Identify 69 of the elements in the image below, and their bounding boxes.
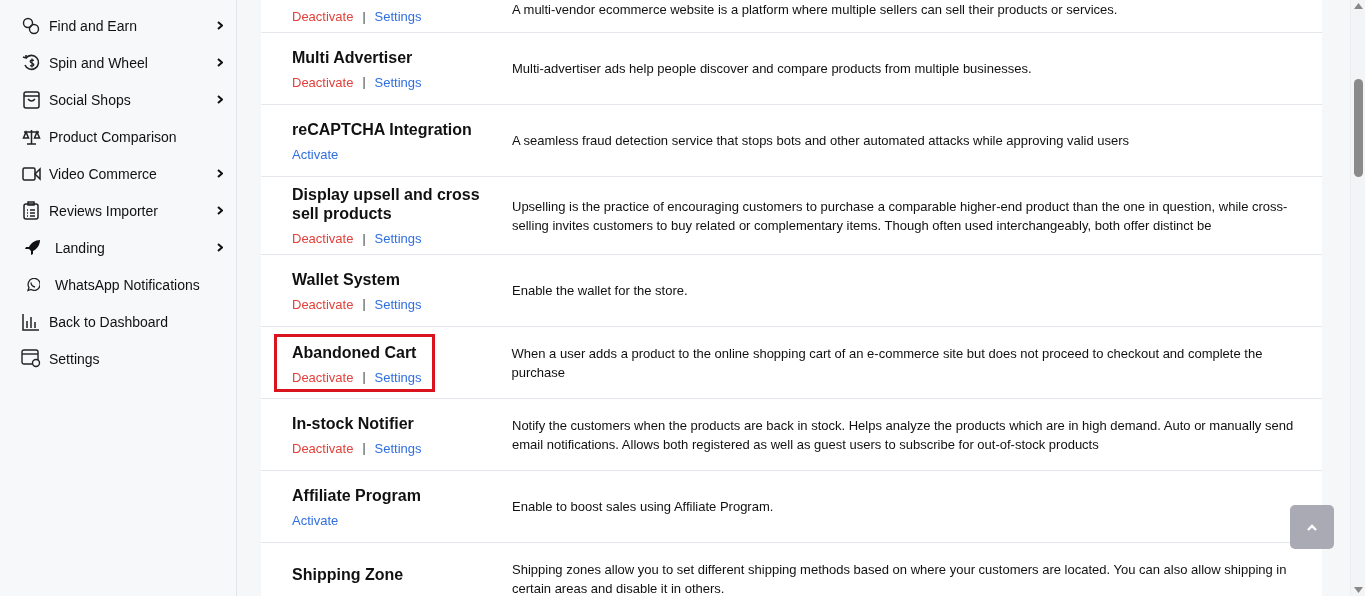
sidebar-item[interactable]: Landing — [0, 229, 236, 266]
sidebar-item[interactable]: Spin and Wheel — [0, 44, 236, 81]
settings-link[interactable]: Settings — [374, 231, 422, 246]
rocket-icon — [25, 240, 41, 255]
sidebar-item[interactable]: Social Shops — [0, 81, 236, 118]
settings-link[interactable]: Settings — [374, 440, 422, 456]
sidebar-item[interactable]: Find and Earn — [0, 7, 236, 44]
module-title: Wallet System — [292, 269, 401, 289]
module-description: When a user adds a product to the online shopping cart of an e-commerce site but does not proceed to checkout and complete the purchase — [510, 344, 1264, 382]
scroll-down-icon — [1353, 587, 1363, 593]
sidebar-item[interactable]: Product Comparison — [0, 118, 236, 155]
module-description: Notify the customers when the products are back in stock. Helps analyze the products which are in high demand. Auto or manually send email notifications. Allows both registered as well as guest users to subscribe for out-of-stock products — [511, 416, 1295, 454]
module-title: Affiliate Program — [292, 485, 422, 505]
separator-text: | — [362, 441, 366, 455]
deactivate-link[interactable]: Deactivate — [292, 440, 354, 456]
deactivate-link[interactable]: Deactivate — [292, 74, 354, 90]
activate-link[interactable]: Activate — [292, 512, 339, 528]
chevron-up-icon — [1307, 523, 1317, 531]
module-description: Shipping zones allow you to set different shipping methods based on where your customers are located. You can also allow shipping in certain areas and disable it in others. — [511, 560, 1288, 596]
back-to-top-button[interactable] — [1290, 505, 1334, 549]
settings-link[interactable]: Settings — [374, 296, 422, 312]
module-description: Enable the wallet for the store. — [511, 282, 689, 300]
chevron-right-icon — [217, 21, 223, 30]
module-description: A multi-vendor ecommerce website is a platform where multiple sellers can sell their products or services. — [511, 1, 1119, 19]
separator-text: | — [362, 370, 366, 384]
module-title: Display upsell and cross sell products — [292, 185, 481, 223]
dollar-cycle-icon — [21, 53, 41, 72]
module-description: Multi-advertiser ads help people discover and compare products from multiple businesses. — [511, 60, 1033, 78]
deactivate-link[interactable]: Deactivate — [292, 369, 354, 385]
module-title: In-stock Notifier — [292, 413, 415, 433]
sidebar-item[interactable]: Video Commerce — [0, 155, 236, 192]
sidebar-item[interactable]: WhatsApp Notifications — [0, 266, 236, 303]
clipboard-icon — [23, 201, 39, 220]
chevron-right-icon — [217, 243, 223, 252]
deactivate-link[interactable]: Deactivate — [292, 9, 354, 24]
settings-link[interactable]: Settings — [374, 74, 422, 90]
scrollbar-thumb[interactable] — [1353, 79, 1363, 177]
chevron-right-icon — [217, 58, 223, 67]
window-gear-icon — [21, 349, 41, 368]
sidebar-item[interactable]: Back to Dashboard — [0, 303, 236, 340]
module-title: Shipping Zone — [292, 565, 405, 584]
separator-text: | — [362, 75, 366, 89]
module-description: Enable to boost sales using Affiliate Program. — [511, 498, 775, 516]
sidebar-item[interactable]: Reviews Importer — [0, 192, 236, 229]
separator-text: | — [362, 231, 366, 246]
chevron-right-icon — [217, 95, 223, 104]
settings-link[interactable]: Settings — [374, 369, 422, 385]
separator-text: | — [362, 297, 366, 311]
chevron-right-icon — [217, 206, 223, 215]
scrollbar[interactable] — [1350, 0, 1365, 596]
video-camera-icon — [21, 166, 41, 181]
scale-icon — [21, 128, 41, 145]
chat-bubble-icon — [26, 277, 40, 292]
module-title: reCAPTCHA Integration — [292, 119, 473, 139]
deactivate-link[interactable]: Deactivate — [292, 231, 354, 246]
sidebar-item[interactable]: Settings — [0, 340, 236, 377]
chevron-right-icon — [217, 169, 223, 178]
deactivate-link[interactable]: Deactivate — [292, 296, 354, 312]
scroll-up-icon — [1353, 3, 1363, 9]
settings-link[interactable]: Settings — [374, 9, 422, 24]
activate-link[interactable]: Activate — [292, 146, 339, 162]
bar-chart-icon — [22, 312, 40, 331]
module-description: A seamless fraud detection service that stops bots and other automated attacks while approving valid users — [511, 132, 1131, 150]
separator-text: | — [362, 9, 366, 24]
coins-icon — [22, 16, 40, 35]
bag-icon — [22, 90, 40, 109]
module-description: Upselling is the practice of encouraging customers to purchase a comparable higher-end product than the one in question, while cross-selling invites customers to buy related or complementary items. Though often used interchangeably, both offer distinct be — [511, 197, 1289, 235]
module-title: Multi Advertiser — [292, 47, 414, 67]
module-title: Abandoned Cart — [292, 342, 418, 362]
